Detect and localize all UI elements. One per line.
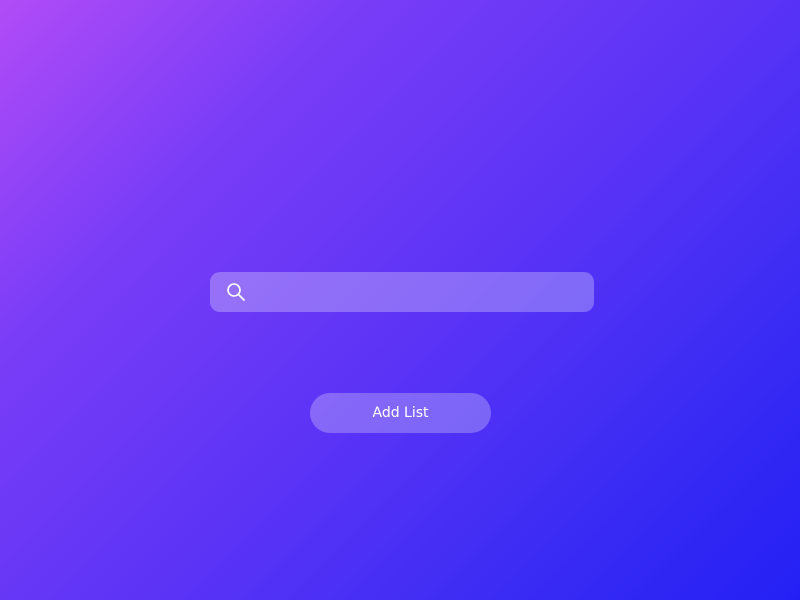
search-input[interactable] xyxy=(256,272,586,312)
add-list-button[interactable]: Add List xyxy=(310,393,491,433)
app-background: { "search": { "value": "", "placeholder"… xyxy=(0,0,800,600)
search-bar[interactable] xyxy=(210,272,594,312)
search-icon xyxy=(226,282,246,302)
